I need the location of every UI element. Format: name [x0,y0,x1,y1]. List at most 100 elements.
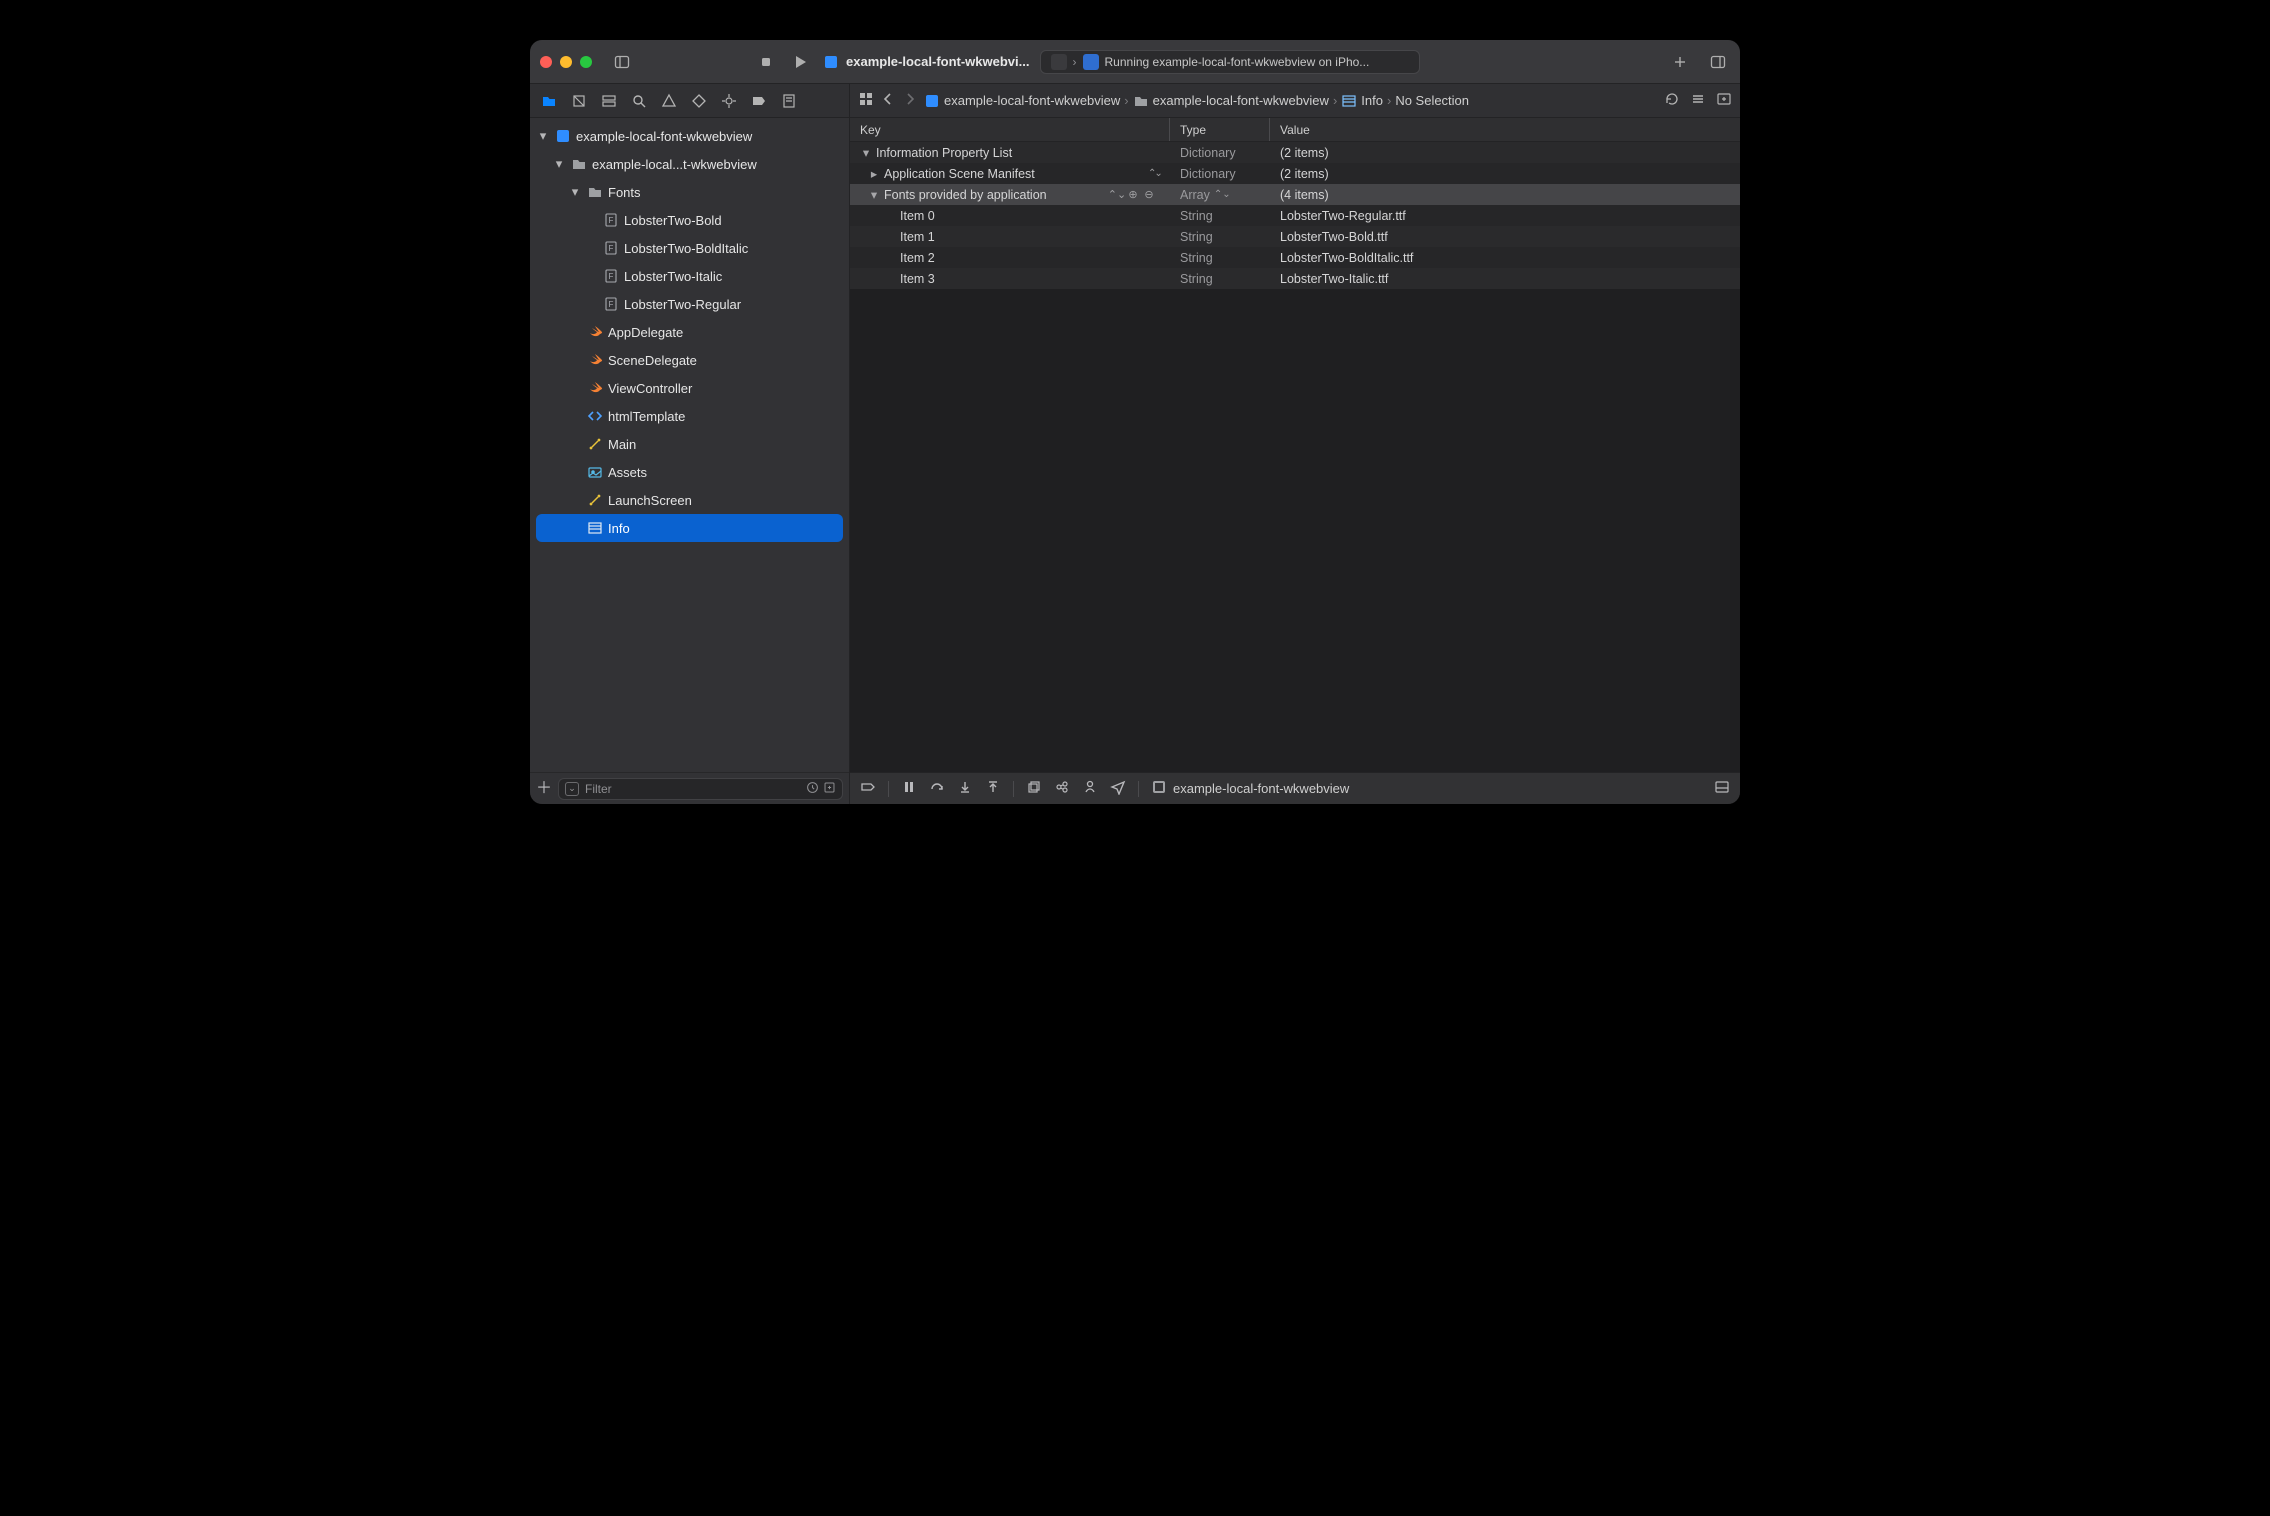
step-over-icon[interactable] [929,779,945,798]
crumb-1[interactable]: example-local-font-wkwebview [1153,93,1329,108]
issue-navigator-tab[interactable] [658,90,680,112]
plist-type: Array [1180,188,1210,202]
project-navigator: ▾ example-local-font-wkwebview ▾ example… [530,118,850,804]
editor-options-icon[interactable] [1690,91,1706,110]
scm-filter-icon[interactable] [823,781,836,797]
chevron-down-icon[interactable]: ▾ [536,128,550,144]
forward-button[interactable] [902,91,918,110]
crumb-0[interactable]: example-local-font-wkwebview [944,93,1120,108]
step-out-icon[interactable] [985,779,1001,798]
tree-font-item[interactable]: F LobsterTwo-Italic [530,262,849,290]
stepper-icon[interactable]: ⌃⌄ [1110,188,1124,202]
header-type[interactable]: Type [1170,118,1270,141]
add-button[interactable] [1668,54,1692,70]
tree-file-launchscreen[interactable]: LaunchScreen [530,486,849,514]
tree-file-assets[interactable]: Assets [530,458,849,486]
project-navigator-tab[interactable] [538,90,560,112]
tree-file-appdelegate[interactable]: AppDelegate [530,318,849,346]
tree-font-item[interactable]: F LobsterTwo-BoldItalic [530,234,849,262]
memory-graph-icon[interactable] [1054,779,1070,798]
symbol-navigator-tab[interactable] [598,90,620,112]
crumb-2[interactable]: Info [1361,93,1383,108]
swift-file-icon [586,324,604,340]
tree-root[interactable]: ▾ example-local-font-wkwebview [530,122,849,150]
recent-filter-icon[interactable] [806,781,819,797]
plist-row-selected[interactable]: ▾ Fonts provided by application ⌃⌄ ⊕ ⊖ A… [850,184,1740,205]
toggle-debug-area-icon[interactable] [1714,779,1730,798]
plist-type: String [1180,209,1213,223]
zoom-button[interactable] [580,56,592,68]
step-into-icon[interactable] [957,779,973,798]
add-editor-icon[interactable] [1716,91,1732,110]
location-icon[interactable] [1110,779,1126,798]
filter-scope-icon[interactable]: ⌄ [565,782,579,796]
file-tree[interactable]: ▾ example-local-font-wkwebview ▾ example… [530,118,849,772]
file-label: AppDelegate [608,325,683,340]
filter-field[interactable]: ⌄ Filter [558,778,843,800]
header-value[interactable]: Value [1270,118,1740,141]
close-button[interactable] [540,56,552,68]
tree-file-viewcontroller[interactable]: ViewController [530,374,849,402]
add-row-icon[interactable]: ⊕ [1126,188,1140,202]
tree-fonts-folder[interactable]: ▾ Fonts [530,178,849,206]
tree-file-htmltemplate[interactable]: htmlTemplate [530,402,849,430]
chevron-down-icon[interactable]: ▾ [568,184,582,200]
header-key[interactable]: Key [850,118,1170,141]
scheme-icon [1051,54,1067,70]
plist-type: String [1180,272,1213,286]
process-name: example-local-font-wkwebview [1173,781,1349,796]
tree-group[interactable]: ▾ example-local...t-wkwebview [530,150,849,178]
crumb-3[interactable]: No Selection [1395,93,1469,108]
test-navigator-tab[interactable] [688,90,710,112]
run-destination-status[interactable]: › Running example-local-font-wkwebview o… [1040,50,1420,74]
find-navigator-tab[interactable] [628,90,650,112]
plist-type: String [1180,230,1213,244]
stepper-icon[interactable]: ⌃⌄ [1148,168,1160,179]
minimize-button[interactable] [560,56,572,68]
chevron-down-icon[interactable]: ▾ [868,187,880,202]
tree-file-main[interactable]: Main [530,430,849,458]
type-stepper-icon[interactable]: ⌃⌄ [1214,189,1226,200]
tree-file-info[interactable]: Info [536,514,843,542]
refresh-icon[interactable] [1664,91,1680,110]
remove-row-icon[interactable]: ⊖ [1142,188,1156,202]
toggle-navigator-icon[interactable] [610,54,634,70]
library-icon[interactable] [1706,54,1730,70]
source-control-navigator-tab[interactable] [568,90,590,112]
font-file-icon: F [602,296,620,312]
tree-font-item[interactable]: F LobsterTwo-Bold [530,206,849,234]
plist-type: String [1180,251,1213,265]
tree-font-item[interactable]: F LobsterTwo-Regular [530,290,849,318]
chevron-down-icon[interactable]: ▾ [860,145,872,160]
file-label: ViewController [608,381,692,396]
plist-row[interactable]: ·Item 3 String LobsterTwo-Italic.ttf [850,268,1740,289]
view-hierarchy-icon[interactable] [1026,779,1042,798]
plist-key: Item 0 [900,209,935,223]
file-label: htmlTemplate [608,409,685,424]
report-navigator-tab[interactable] [778,90,800,112]
swift-file-icon [586,380,604,396]
related-items-icon[interactable] [858,91,874,110]
active-tab[interactable]: example-local-font-wkwebvi... [822,53,1030,71]
breakpoint-navigator-tab[interactable] [748,90,770,112]
tree-file-scenedelegate[interactable]: SceneDelegate [530,346,849,374]
plist-row[interactable]: ·Item 2 String LobsterTwo-BoldItalic.ttf [850,247,1740,268]
environment-icon[interactable] [1082,779,1098,798]
plist-row[interactable]: ▾Information Property List Dictionary (2… [850,142,1740,163]
plist-row[interactable]: ·Item 0 String LobsterTwo-Regular.ttf [850,205,1740,226]
process-label[interactable]: example-local-font-wkwebview [1151,779,1349,798]
chevron-right-icon[interactable]: ▸ [868,166,880,181]
stop-button[interactable] [754,54,778,70]
back-button[interactable] [880,91,896,110]
plist-row[interactable]: ▸Application Scene Manifest⌃⌄ Dictionary… [850,163,1740,184]
assets-icon [586,464,604,480]
plist-body[interactable]: ▾Information Property List Dictionary (2… [850,142,1740,772]
run-button[interactable] [788,54,812,70]
toggle-breakpoints-icon[interactable] [860,779,876,798]
plist-row[interactable]: ·Item 1 String LobsterTwo-Bold.ttf [850,226,1740,247]
chevron-down-icon[interactable]: ▾ [552,156,566,172]
pause-icon[interactable] [901,779,917,798]
breadcrumb[interactable]: example-local-font-wkwebview › example-l… [924,93,1469,109]
navigator-strip: example-local-font-wkwebview › example-l… [530,84,1740,118]
debug-navigator-tab[interactable] [718,90,740,112]
